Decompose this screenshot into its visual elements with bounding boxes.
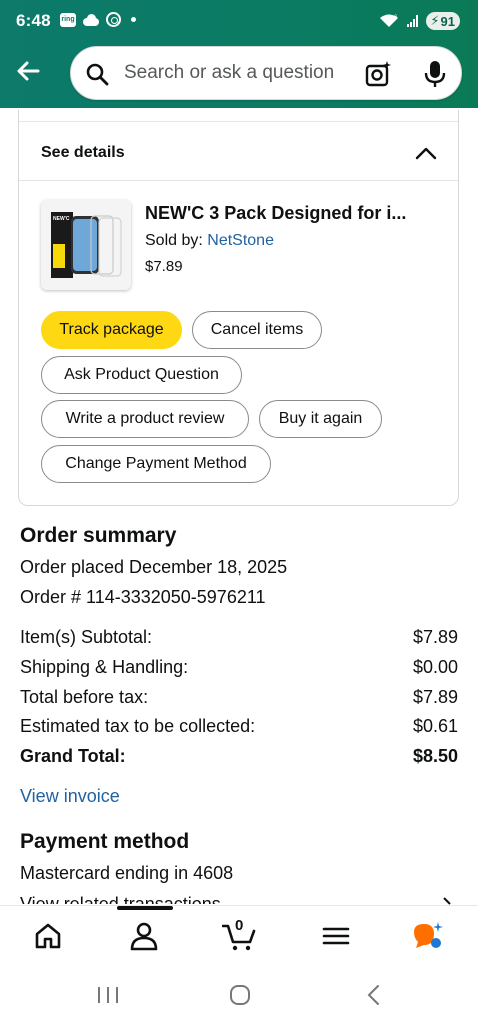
divider: [19, 180, 458, 181]
summary-line: Total before tax: $7.89: [20, 687, 458, 708]
system-status-icons: 6 ⚡ 91: [379, 12, 460, 30]
ask-product-question-button[interactable]: Ask Product Question: [41, 356, 242, 394]
search-bar[interactable]: Search or ask a question: [70, 46, 462, 100]
order-placed-date: Order placed December 18, 2025: [20, 557, 288, 577]
see-details-toggle[interactable]: See details: [41, 144, 125, 162]
view-invoice-link[interactable]: View invoice: [20, 786, 120, 807]
camera-icon[interactable]: [365, 60, 393, 88]
write-review-button[interactable]: Write a product review: [41, 400, 249, 438]
payment-card: Mastercard ending in 4608: [20, 863, 234, 883]
mic-icon[interactable]: [423, 60, 447, 88]
grand-total-value: $8.50: [412, 746, 458, 766]
bolt-icon: ⚡: [430, 13, 440, 28]
back-chevron-icon[interactable]: [360, 983, 388, 1007]
divider: [19, 121, 458, 122]
summary-label: Total before tax:: [20, 687, 149, 707]
bottom-nav-bar: 0: [0, 905, 478, 965]
profile-icon[interactable]: [128, 920, 160, 952]
system-nav-bar: [0, 965, 478, 1025]
active-tab-indicator: [117, 906, 173, 910]
summary-value: $0.61: [412, 716, 458, 736]
sold-by: Sold by: NetStone: [145, 232, 274, 250]
more-notifications-dot-icon: [131, 17, 136, 22]
summary-value: $7.89: [412, 687, 458, 707]
product-price: $7.89: [145, 258, 183, 275]
buy-again-button[interactable]: Buy it again: [259, 400, 382, 438]
rufus-icon[interactable]: [412, 920, 444, 952]
track-package-button[interactable]: Track package: [41, 311, 182, 349]
product-title[interactable]: NEW'C 3 Pack Designed for i...: [145, 203, 406, 224]
screen-protector-image: NEW'C: [41, 200, 131, 290]
view-related-transactions-link[interactable]: View related transactions: [20, 893, 221, 904]
cart-count: 0: [235, 917, 244, 934]
summary-value: $7.89: [412, 627, 458, 647]
order-item-card: See details NEW'C NEW'C 3 Pack Designed …: [18, 110, 459, 506]
status-bar: 6:48 ring 6 ⚡ 91: [0, 0, 478, 42]
battery-level: 91: [440, 13, 455, 29]
home-circle-icon[interactable]: [226, 983, 254, 1007]
sold-by-label: Sold by:: [145, 232, 208, 249]
search-input[interactable]: Search or ask a question: [124, 62, 334, 84]
chevron-up-icon[interactable]: [415, 146, 437, 160]
product-thumbnail[interactable]: NEW'C: [41, 200, 131, 290]
notification-icons: ring: [60, 12, 136, 27]
cart-button[interactable]: 0: [221, 917, 258, 952]
grand-total-line: Grand Total: $8.50: [20, 746, 458, 767]
home-icon[interactable]: [32, 920, 64, 952]
payment-method-heading: Payment method: [20, 830, 190, 853]
menu-icon[interactable]: [320, 920, 352, 952]
search-icon[interactable]: [85, 62, 109, 86]
app-header: 6:48 ring 6 ⚡ 91 Search or ask a questio…: [0, 0, 478, 108]
wifi-icon: 6: [380, 14, 399, 27]
grand-total-label: Grand Total:: [20, 746, 126, 766]
seller-link[interactable]: NetStone: [207, 232, 274, 249]
thumb-brand-label: NEW'C: [53, 216, 70, 222]
summary-line: Item(s) Subtotal: $7.89: [20, 627, 458, 648]
back-arrow-icon[interactable]: [12, 55, 44, 87]
battery-indicator: ⚡ 91: [426, 12, 460, 30]
change-payment-button[interactable]: Change Payment Method: [41, 445, 271, 483]
summary-line: Shipping & Handling: $0.00: [20, 657, 458, 678]
ring-app-icon: ring: [60, 12, 76, 27]
summary-label: Estimated tax to be collected:: [20, 716, 256, 736]
summary-line: Estimated tax to be collected: $0.61: [20, 716, 458, 737]
status-time: 6:48: [16, 11, 51, 30]
summary-label: Item(s) Subtotal:: [20, 627, 153, 647]
order-number: Order # 114-3332050-5976211: [20, 587, 266, 607]
summary-label: Shipping & Handling:: [20, 657, 189, 677]
cancel-items-button[interactable]: Cancel items: [192, 311, 322, 349]
recent-apps-icon[interactable]: [94, 983, 122, 1007]
summary-value: $0.00: [412, 657, 458, 677]
order-summary-heading: Order summary: [20, 524, 177, 547]
signal-icon: [407, 15, 419, 27]
cloud-icon: [82, 13, 100, 26]
target-icon: [106, 12, 121, 27]
